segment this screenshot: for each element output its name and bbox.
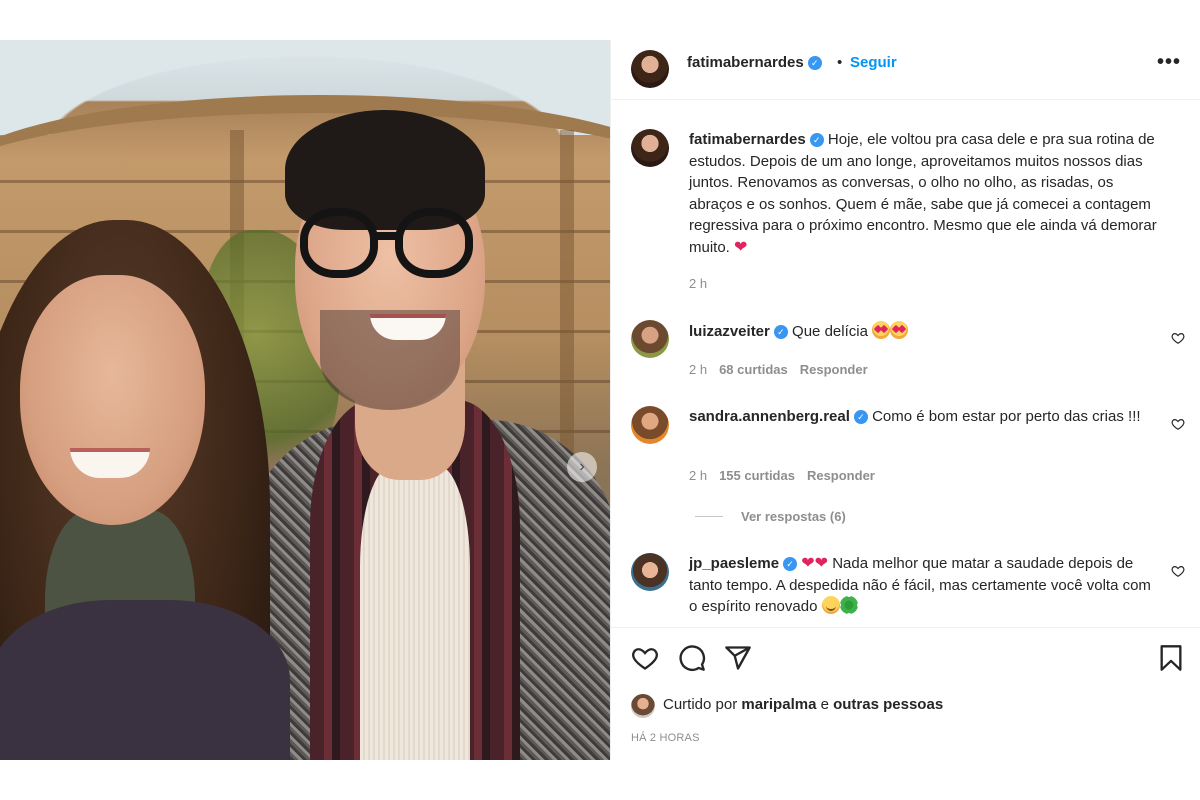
four-leaf-clover-emoji [839, 596, 858, 614]
replies-divider-line [695, 516, 723, 517]
author-avatar[interactable] [631, 50, 669, 88]
comment-time: 2 h [689, 468, 708, 483]
caption-time: 2 h [689, 276, 708, 291]
caption-author-username[interactable]: fatimabernardes [689, 131, 806, 148]
verified-badge-icon: ✓ [783, 557, 798, 571]
reply-button[interactable]: Responder [807, 468, 875, 483]
action-bar: Curtido por maripalma e outras pessoas H… [611, 627, 1200, 760]
glasses-bridge [372, 232, 398, 240]
comment-time: 2 h [689, 362, 708, 377]
caption-meta: 2 h [689, 276, 707, 291]
comment-like-heart-icon[interactable] [1171, 331, 1185, 345]
follow-button[interactable]: Seguir [850, 54, 897, 71]
smiling-face-emoji [821, 596, 840, 614]
view-replies-label[interactable]: Ver respostas (6) [741, 509, 846, 524]
next-photo-button[interactable]: › [567, 452, 597, 482]
liker-avatar[interactable] [631, 694, 655, 718]
view-replies-button[interactable]: Ver respostas (6) [695, 509, 846, 524]
glasses-lens-left [300, 208, 378, 278]
commenter-avatar[interactable] [631, 406, 669, 444]
commenter-avatar[interactable] [631, 320, 669, 358]
caption-text: Hoje, ele voltou pra casa dele e pra sua… [689, 131, 1157, 256]
comment-item: jp_paesleme ✓ ❤❤ Nada melhor que matar a … [689, 553, 1159, 618]
liked-by-others[interactable]: outras pessoas [833, 696, 943, 713]
caption: fatimabernardes ✓ Hoje, ele voltou pra ca… [689, 129, 1159, 258]
post-timestamp[interactable]: HÁ 2 HORAS [631, 732, 700, 744]
heart-icon[interactable] [631, 644, 659, 672]
liked-by-and: e [820, 696, 829, 713]
glasses-lens-right [395, 208, 473, 278]
man-sweater [360, 465, 470, 760]
post-panel: fatimabernardes ✓ • Seguir ••• fatimabern… [610, 40, 1200, 760]
more-options-icon[interactable]: ••• [1157, 51, 1181, 74]
red-heart-emoji: ❤ [814, 555, 829, 572]
comment-text: Como é bom estar por perto das crias !!! [872, 408, 1141, 425]
commenter-avatar[interactable] [631, 553, 669, 591]
verified-badge-icon: ✓ [853, 410, 868, 424]
woman-face [20, 275, 205, 525]
comment-username[interactable]: sandra.annenberg.real [689, 408, 850, 425]
author-username-text[interactable]: fatimabernardes [687, 54, 804, 71]
send-icon[interactable] [724, 644, 752, 672]
comment-username[interactable]: luizazveiter [689, 323, 770, 340]
star-eyes-emoji [890, 321, 909, 339]
bookmark-icon[interactable] [1157, 644, 1185, 672]
woman-coat [0, 600, 290, 760]
comment-username[interactable]: jp_paesleme [689, 555, 779, 572]
comment-icon[interactable] [678, 644, 706, 672]
caption-author-avatar[interactable] [631, 129, 669, 167]
red-heart-emoji: ❤ [801, 555, 815, 572]
comments-list[interactable]: fatimabernardes ✓ Hoje, ele voltou pra ca… [611, 101, 1200, 627]
comment-item: luizazveiter ✓ Que delícia [689, 321, 1159, 343]
comment-meta: 2 h 68 curtidas Responder [689, 362, 868, 377]
liked-by-user[interactable]: maripalma [741, 696, 816, 713]
star-eyes-emoji [872, 321, 891, 339]
post-header: fatimabernardes ✓ • Seguir ••• [611, 40, 1200, 100]
red-heart-emoji: ❤ [734, 238, 748, 256]
comment-likes[interactable]: 68 curtidas [719, 362, 788, 377]
verified-badge-icon: ✓ [809, 133, 824, 147]
post-photo[interactable]: › [0, 40, 610, 760]
comment-text: Que delícia [792, 323, 868, 340]
comment-like-heart-icon[interactable] [1171, 564, 1185, 578]
liked-by-prefix: Curtido por [663, 696, 738, 713]
comment-like-heart-icon[interactable] [1171, 417, 1185, 431]
verified-badge-icon: ✓ [807, 56, 822, 70]
comment-meta: 2 h 155 curtidas Responder [689, 468, 875, 483]
liked-by: Curtido por maripalma e outras pessoas [663, 696, 943, 713]
verified-badge-icon: ✓ [773, 325, 788, 339]
separator-dot: • [837, 54, 843, 71]
reply-button[interactable]: Responder [800, 362, 868, 377]
comment-item: sandra.annenberg.real ✓ Como é bom estar … [689, 406, 1159, 428]
author-username[interactable]: fatimabernardes ✓ [687, 54, 822, 71]
comment-likes[interactable]: 155 curtidas [719, 468, 795, 483]
